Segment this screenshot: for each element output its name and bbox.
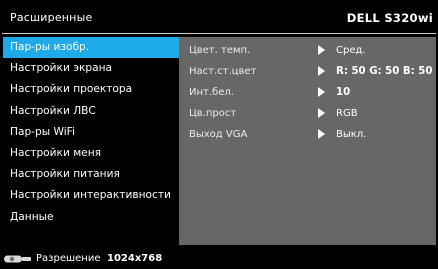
setting-row-color-space[interactable]: Цв.прост RGB <box>179 103 436 124</box>
sidebar-item-label: Настройки проектора <box>10 83 133 96</box>
setting-value: Сред. <box>336 45 366 56</box>
setting-row-vga-output[interactable]: Выход VGA Выкл. <box>179 124 436 145</box>
sidebar-item-display-settings[interactable]: Настройки экрана <box>3 58 179 79</box>
setting-value: 10 <box>336 87 351 98</box>
arrow-right-icon <box>318 66 325 76</box>
sidebar-item-interactive-settings[interactable]: Настройки интерактивности <box>3 185 179 206</box>
sidebar-item-label: Пар-ры WiFi <box>10 125 75 138</box>
setting-label: Инт.бел. <box>189 87 234 98</box>
setting-label: Выход VGA <box>189 129 248 140</box>
setting-label: Наст.ст.цвет <box>189 66 257 77</box>
setting-label: Цв.прост <box>189 108 237 119</box>
sidebar-item-label: Настройки экрана <box>10 62 113 75</box>
sidebar-item-wifi-settings[interactable]: Пар-ры WiFi <box>3 122 179 143</box>
setting-value: R: 50 G: 50 B: 50 <box>336 66 433 77</box>
setting-row-color-temp[interactable]: Цвет. темп. Сред. <box>179 40 436 61</box>
setting-row-white-intensity[interactable]: Инт.бел. 10 <box>179 82 436 103</box>
sidebar-item-label: Пар-ры изобр. <box>10 41 90 53</box>
title-divider <box>2 33 436 34</box>
setting-value: Выкл. <box>336 129 367 140</box>
setting-label: Цвет. темп. <box>189 45 251 56</box>
sidebar-item-projector-settings[interactable]: Настройки проектора <box>3 79 179 100</box>
arrow-right-icon <box>318 108 325 118</box>
sidebar-item-label: Настройки ЛВС <box>10 104 96 117</box>
arrow-right-icon <box>318 45 325 55</box>
model-name: DELL S320wi <box>346 11 433 25</box>
sidebar-item-label: Настройки интерактивности <box>10 189 171 202</box>
resolution-value: 1024x768 <box>107 253 163 264</box>
setting-row-custom-color[interactable]: Наст.ст.цвет R: 50 G: 50 B: 50 <box>179 61 436 82</box>
title-bar: Расширенные DELL S320wi <box>0 0 438 34</box>
sidebar-item-information[interactable]: Данные <box>3 207 179 228</box>
sidebar-menu: Пар-ры изобр. Настройки экрана Настройки… <box>3 37 179 228</box>
sidebar-item-power-settings[interactable]: Настройки питания <box>3 164 179 185</box>
setting-value: RGB <box>336 108 358 119</box>
arrow-right-icon <box>318 129 325 139</box>
projector-input-icon <box>4 255 31 263</box>
menu-title: Расширенные <box>10 11 93 24</box>
sidebar-item-lan-settings[interactable]: Настройки ЛВС <box>3 101 179 122</box>
sidebar-item-picture-settings[interactable]: Пар-ры изобр. <box>3 37 179 59</box>
sidebar-item-label: Настройки питания <box>10 168 120 181</box>
settings-panel: Цвет. темп. Сред. Наст.ст.цвет R: 50 G: … <box>179 37 436 245</box>
sidebar-item-label: Данные <box>10 210 54 223</box>
resolution-label: Разрешение <box>36 253 101 264</box>
osd-menu: Расширенные DELL S320wi Пар-ры изобр. На… <box>0 0 438 269</box>
sidebar-item-label: Настройки меня <box>10 146 102 159</box>
arrow-right-icon <box>318 87 325 97</box>
sidebar-item-menu-settings[interactable]: Настройки меня <box>3 143 179 164</box>
